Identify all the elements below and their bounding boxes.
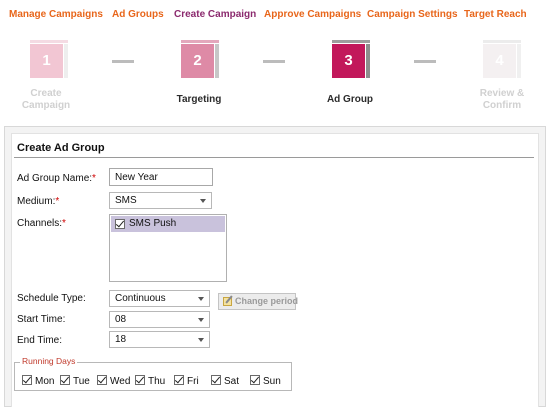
channels-listbox[interactable]: SMS Push (109, 214, 227, 282)
day-label: Tue (73, 376, 90, 387)
step-2-box: 2 (181, 40, 219, 80)
step-1-label-line2: Campaign (21, 100, 71, 111)
running-days-legend: Running Days (20, 356, 78, 366)
nav-target-reach[interactable]: Target Reach (464, 9, 527, 20)
day-label: Mon (35, 376, 55, 387)
step-3-label-line1: Ad Group (326, 94, 374, 105)
channel-option-sms-push[interactable]: SMS Push (111, 216, 225, 232)
step-1-box: 1 (30, 40, 68, 80)
check-icon[interactable] (97, 375, 107, 385)
day-label: Sun (263, 376, 281, 387)
nav-approve-campaigns[interactable]: Approve Campaigns (264, 9, 361, 20)
top-navigation: Manage Campaigns Ad Groups Create Campai… (0, 0, 550, 30)
step-1-number: 1 (30, 44, 63, 78)
step-3-shadow (366, 44, 370, 78)
channel-option-label: SMS Push (129, 218, 177, 229)
step-2-shadow (215, 44, 219, 78)
day-fri[interactable]: Fri (174, 375, 199, 387)
day-sat[interactable]: Sat (211, 375, 239, 387)
day-mon[interactable]: Mon (22, 375, 54, 387)
start-time-value: 08 (115, 314, 127, 325)
chevron-down-icon (198, 297, 204, 301)
required-mark: * (55, 196, 60, 207)
start-time-select[interactable]: 08 (109, 311, 210, 328)
step-2-number: 2 (181, 44, 214, 78)
step-2-topbar (181, 40, 219, 43)
step-1-shadow (64, 44, 68, 78)
step-3-number: 3 (332, 44, 365, 78)
schedule-type-label: Schedule Type: (17, 293, 86, 304)
day-tue[interactable]: Tue (60, 375, 90, 387)
schedule-type-select[interactable]: Continuous (109, 290, 210, 307)
nav-ad-groups[interactable]: Ad Groups (112, 9, 164, 20)
check-icon[interactable] (211, 375, 221, 385)
nav-create-campaign[interactable]: Create Campaign (174, 9, 256, 20)
step-4-topbar (483, 40, 521, 43)
day-label: Sat (224, 376, 240, 387)
step-2-label: Targeting (166, 94, 232, 106)
ad-group-name-label-text: Ad Group Name: (17, 173, 93, 184)
change-period-label: Change period (235, 296, 299, 306)
step-3-box: 3 (332, 40, 370, 80)
step-connector (263, 60, 285, 63)
required-mark: * (62, 218, 66, 229)
step-1-label: Create Campaign (14, 88, 78, 112)
ad-group-name-input[interactable]: New Year (109, 168, 213, 186)
nav-campaign-settings[interactable]: Campaign Settings (367, 9, 458, 20)
step-4-number: 4 (483, 44, 516, 78)
day-label: Wed (110, 376, 131, 387)
step-1-topbar (30, 40, 68, 43)
ad-group-name-label: Ad Group Name:* (17, 173, 96, 184)
check-icon[interactable] (115, 219, 125, 229)
check-icon[interactable] (135, 375, 145, 385)
check-icon[interactable] (174, 375, 184, 385)
step-2-label-line1: Targeting (176, 94, 222, 105)
step-4-box: 4 (483, 40, 521, 80)
step-4-label: Review & Confirm (468, 88, 536, 112)
check-icon[interactable] (22, 375, 32, 385)
change-period-button[interactable]: Change period (218, 293, 299, 310)
step-4-shadow (517, 44, 521, 78)
end-time-value: 18 (115, 334, 127, 345)
step-connector (414, 60, 436, 63)
day-thu[interactable]: Thu (135, 375, 165, 387)
schedule-type-value: Continuous (115, 293, 166, 304)
day-wed[interactable]: Wed (97, 375, 130, 387)
step-1-label-line1: Create (30, 88, 62, 99)
end-time-label: End Time: (17, 335, 63, 346)
required-mark: * (92, 173, 96, 184)
medium-label: Medium:* (17, 196, 59, 207)
edit-icon (223, 297, 232, 306)
day-label: Fri (187, 376, 199, 387)
check-icon[interactable] (250, 375, 260, 385)
check-icon[interactable] (60, 375, 70, 385)
day-label: Thu (148, 376, 166, 387)
channels-label: Channels:* (17, 218, 66, 229)
chevron-down-icon (200, 199, 206, 203)
chevron-down-icon (198, 338, 204, 342)
step-connector (112, 60, 134, 63)
step-3-topbar (332, 40, 370, 43)
step-4-label-line2: Confirm (482, 100, 522, 111)
medium-select[interactable]: SMS (109, 192, 212, 209)
step-4-label-line1: Review & (479, 88, 525, 99)
end-time-select[interactable]: 18 (109, 331, 210, 348)
chevron-down-icon (198, 318, 204, 322)
day-sun[interactable]: Sun (250, 375, 281, 387)
panel-title: Create Ad Group (17, 142, 105, 154)
step-3-label: Ad Group (317, 94, 383, 106)
panel-divider (14, 157, 534, 158)
medium-label-text: Medium: (17, 196, 56, 207)
channels-label-text: Channels: (17, 218, 63, 229)
nav-manage-campaigns[interactable]: Manage Campaigns (9, 9, 103, 20)
start-time-label: Start Time: (17, 314, 66, 325)
medium-select-value: SMS (115, 195, 137, 206)
